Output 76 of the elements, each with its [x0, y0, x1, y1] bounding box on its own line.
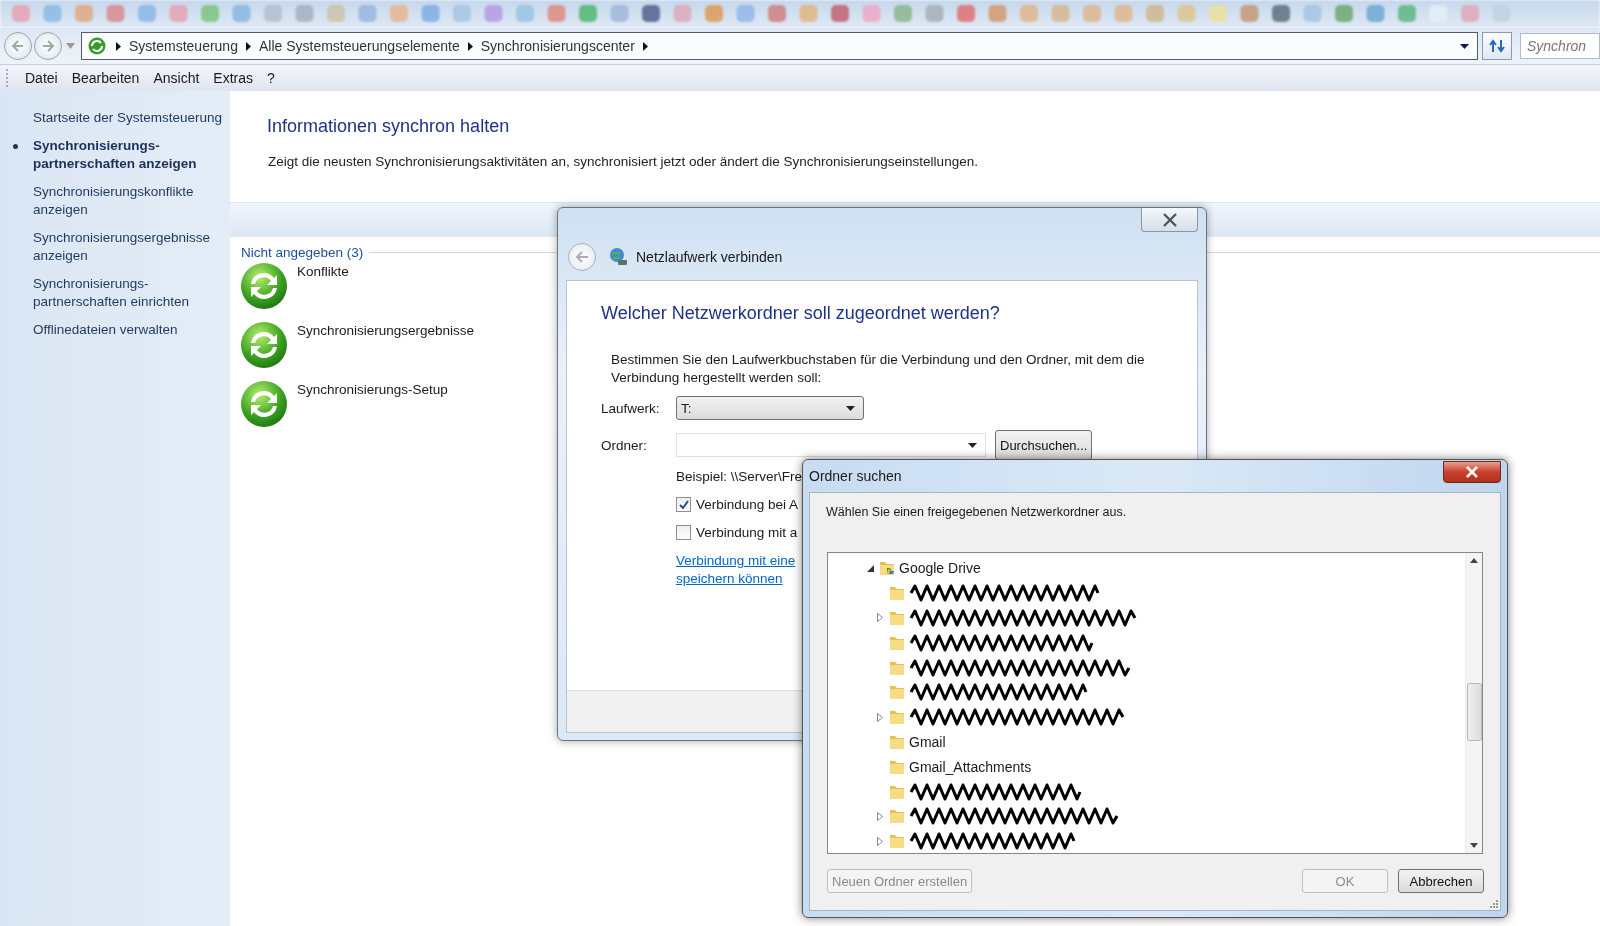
instructions-text: Bestimmen Sie den Laufwerkbuchstaben für die Verbindung und den Ordner, mit dem die Verbindung hergestellt werden soll:: [611, 351, 1146, 387]
folder-icon: [888, 609, 906, 627]
breadcrumb-item[interactable]: Alle Systemsteuerungselemente: [258, 38, 460, 54]
menu-item[interactable]: Bearbeiten: [64, 70, 147, 86]
close-button[interactable]: [1443, 461, 1501, 483]
item-label[interactable]: Synchronisierungs-Setup: [297, 382, 448, 397]
folder-icon: [888, 708, 906, 727]
item-label[interactable]: Synchronisierungsergebnisse: [297, 323, 475, 338]
prompt-text: Wählen Sie einen freigegebenen Netzwerkordner aus.: [826, 505, 1128, 519]
field-label: Laufwerk:: [601, 400, 661, 416]
drive-folder-icon: [878, 559, 896, 578]
close-icon: [1464, 466, 1480, 478]
sync-icon[interactable]: [240, 321, 288, 369]
address-bar[interactable]: Systemsteuerung Alle Systemsteuerungselemente Synchronisierungscenter: [81, 32, 1478, 60]
link[interactable]: Verbindung mit eine: [676, 553, 796, 568]
sidebar-link[interactable]: Startseite der Systemsteuerung: [33, 109, 224, 127]
item-label[interactable]: Konflikte: [297, 264, 349, 279]
scrollbar[interactable]: [1465, 553, 1482, 853]
folder-icon: [888, 807, 906, 826]
chevron-icon[interactable]: [642, 41, 648, 51]
chevron-icon[interactable]: [245, 41, 251, 51]
dialog-title: Ordner suchen: [809, 468, 902, 484]
menu-item[interactable]: Extras: [206, 70, 260, 86]
scroll-thumb[interactable]: [1466, 683, 1482, 741]
sync-icon[interactable]: [240, 380, 288, 428]
folder-icon: [888, 584, 906, 603]
close-button[interactable]: [1141, 208, 1198, 232]
tree-item[interactable]: Google Drive: [899, 560, 981, 577]
link[interactable]: speichern können: [676, 571, 783, 586]
tree-item[interactable]: Gmail: [909, 733, 946, 750]
caret-icon: [846, 405, 855, 411]
folder-icon: [888, 683, 906, 702]
sidebar-link[interactable]: Synchronisierungs- partnerschaften einrichten: [33, 275, 224, 311]
folder-icon: [888, 832, 906, 851]
scroll-up-icon[interactable]: [1470, 558, 1478, 563]
sidebar-link[interactable]: Synchronisierungsergebnisse anzeigen: [33, 229, 224, 265]
menu-item[interactable]: Ansicht: [146, 70, 207, 86]
menu-item[interactable]: ?: [260, 70, 282, 86]
sync-icon[interactable]: [240, 262, 288, 310]
caret-icon[interactable]: [1460, 43, 1469, 49]
example-text: Beispiel: \\Server\Fre: [676, 469, 803, 484]
close-icon: [1160, 212, 1179, 227]
checkbox[interactable]: [676, 497, 691, 512]
group-header[interactable]: Nicht angegeben (3): [241, 245, 364, 260]
search-field[interactable]: Synchron: [1520, 33, 1600, 59]
refresh-arrows-icon: [1488, 39, 1506, 53]
checkbox[interactable]: [676, 525, 691, 540]
forward-arrow-icon: [40, 38, 56, 54]
sidebar-link[interactable]: Offlinedateien verwalten: [33, 321, 224, 339]
folder-combo-field[interactable]: [676, 433, 986, 457]
menu-item[interactable]: Datei: [18, 70, 65, 86]
breadcrumb-item[interactable]: Systemsteuerung: [129, 38, 238, 54]
resize-grip-icon[interactable]: [1489, 899, 1498, 908]
sync-icon: [88, 37, 106, 55]
field-label: Ordner:: [601, 437, 648, 453]
tree-item[interactable]: Gmail_Attachments: [909, 758, 1032, 775]
chevron-icon[interactable]: [116, 41, 121, 51]
scroll-down-icon[interactable]: [1470, 843, 1478, 848]
network-drive-icon: [608, 247, 628, 267]
caret-icon: [968, 442, 977, 448]
page-title: Informationen synchron halten: [267, 116, 511, 137]
browse-button[interactable]: Durchsuchen...: [995, 430, 1093, 460]
checkbox-label: Verbindung mit a: [696, 525, 798, 540]
checkbox-label: Verbindung bei A: [696, 497, 799, 512]
sidebar-link[interactable]: Synchronisierungskonflikte anzeigen: [33, 183, 224, 219]
chevron-icon[interactable]: [467, 41, 473, 51]
dialog-title: Netzlaufwerk verbinden: [636, 249, 783, 265]
back-arrow-icon: [575, 251, 589, 263]
breadcrumb-item[interactable]: Synchronisierungscenter: [480, 38, 635, 54]
dialog-heading: Welcher Netzwerkordner soll zugeordnet werden?: [601, 303, 1001, 324]
drive-dropdown[interactable]: T:: [676, 396, 864, 420]
back-arrow-icon: [10, 38, 26, 54]
refresh-button[interactable]: [1482, 32, 1512, 60]
sidebar-link[interactable]: Synchronisierungs- partnerschaften anzeigen: [33, 137, 224, 173]
dialog-button[interactable]: Abbrechen: [1398, 869, 1484, 893]
page-description: Zeigt die neusten Synchronisierungsaktivitäten an, synchronisiert jetzt oder ändert die Synchronisierungseinstellungen.: [268, 154, 979, 169]
